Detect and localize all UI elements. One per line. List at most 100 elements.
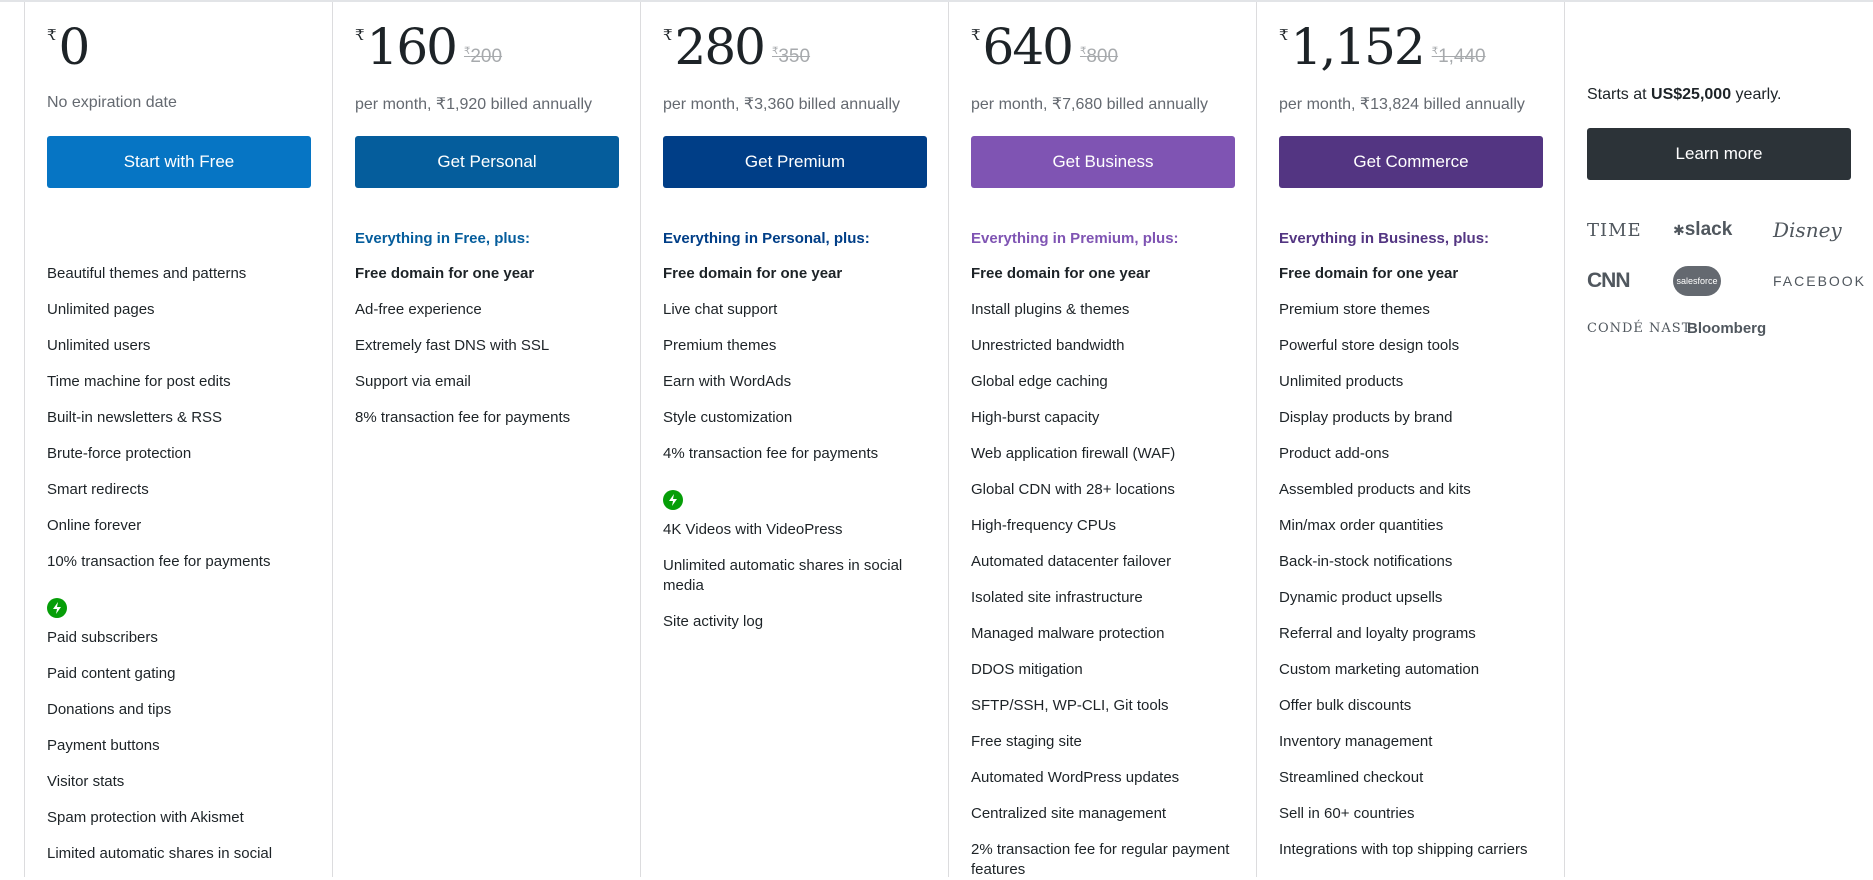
disney-logo: Disney <box>1773 218 1842 242</box>
plan-premium: ₹ 280 ₹350 per month, ₹3,360 billed annu… <box>640 2 948 877</box>
feature-item: Time machine for post edits <box>47 373 231 390</box>
feature-item: Assembled products and kits <box>1279 481 1471 498</box>
feature-item: Premium themes <box>663 337 777 354</box>
time-logo: TIME <box>1587 219 1642 241</box>
feature-item: Online forever <box>47 517 142 534</box>
feature-item: Payment buttons <box>47 737 160 754</box>
original-amount: 200 <box>470 46 503 67</box>
feature-item: Product add-ons <box>1279 445 1390 462</box>
feature-item: 4% transaction fee for payments <box>663 445 879 462</box>
feature-item: Isolated site infrastructure <box>971 589 1143 606</box>
plan-personal: ₹ 160 ₹200 per month, ₹1,920 billed annu… <box>332 2 640 877</box>
feature-item: Referral and loyalty programs <box>1279 625 1476 642</box>
feature-item: Live chat support <box>663 301 778 318</box>
price-amount: 0 <box>58 18 91 76</box>
feature-item: Powerful store design tools <box>1279 337 1460 354</box>
enterprise-price: US$25,000 <box>1651 86 1732 103</box>
feature-item: Streamlined checkout <box>1279 769 1424 786</box>
original-price: ₹1,440 <box>1432 46 1486 68</box>
feature-item: Display products by brand <box>1279 409 1453 426</box>
feature-item: SFTP/SSH, WP-CLI, Git tools <box>971 697 1169 714</box>
feature-item: Style customization <box>663 409 793 426</box>
feature-item: Integrations with top shipping carriers <box>1279 841 1528 858</box>
feature-item: Unrestricted bandwidth <box>971 337 1125 354</box>
price-period: per month, ₹1,920 billed annually <box>355 96 592 113</box>
price-row: ₹ 160 ₹200 <box>355 22 618 90</box>
feature-item: Site activity log <box>663 613 764 630</box>
feature-item: Brute-force protection <box>47 445 192 462</box>
feature-item: Free domain for one year <box>355 265 535 282</box>
price-row: ₹ 280 ₹350 <box>663 22 926 90</box>
enterprise-suffix: yearly. <box>1731 86 1782 103</box>
feature-item: Back-in-stock notifications <box>1279 553 1453 570</box>
plan-heading: Everything in Free, plus: <box>355 230 531 247</box>
feature-item: Custom marketing automation <box>1279 661 1480 678</box>
bloomberg-logo: Bloomberg <box>1687 320 1767 337</box>
feature-item: Managed malware protection <box>971 625 1165 642</box>
get-personal-button[interactable]: Get Personal <box>355 136 619 188</box>
feature-item: Sell in 60+ countries <box>1279 805 1415 822</box>
feature-item: Unlimited products <box>1279 373 1404 390</box>
feature-item: Free domain for one year <box>1279 265 1459 282</box>
facebook-logo: FACEBOOK <box>1773 273 1867 289</box>
start-free-button[interactable]: Start with Free <box>47 136 311 188</box>
feature-item: Free domain for one year <box>663 265 843 282</box>
plan-free: ₹ 0 No expiration date Start with Free B… <box>24 2 332 877</box>
learn-more-button[interactable]: Learn more <box>1587 128 1851 180</box>
original-amount: 800 <box>1086 46 1119 67</box>
price-amount: 640 <box>982 18 1074 76</box>
feature-item: Paid subscribers <box>47 629 158 646</box>
feature-list: Free domain for one year Premium store t… <box>1279 264 1542 860</box>
enterprise-price-text: Starts at US$25,000 yearly. <box>1587 86 1850 106</box>
feature-item: Earn with WordAds <box>663 373 792 390</box>
pricing-grid: ₹ 0 No expiration date Start with Free B… <box>24 2 1872 878</box>
feature-item: Free domain for one year <box>971 265 1151 282</box>
price-row: ₹ 0 <box>47 22 310 90</box>
currency-symbol: ₹ <box>663 26 673 44</box>
original-price: ₹800 <box>1080 46 1118 68</box>
feature-list: Beautiful themes and patterns Unlimited … <box>47 264 310 864</box>
get-commerce-button[interactable]: Get Commerce <box>1279 136 1543 188</box>
cnn-logo: CNN <box>1587 269 1631 292</box>
original-price: ₹350 <box>772 46 810 68</box>
feature-item: 8% transaction fee for payments <box>355 409 571 426</box>
feature-item: Unlimited pages <box>47 301 155 318</box>
slack-logo-text: slack <box>1684 219 1733 240</box>
feature-item: 2% transaction fee for regular payment f… <box>971 841 1230 878</box>
feature-item: Ad-free experience <box>355 301 482 318</box>
client-logos: TIME ✱slack Disney CNN salesforce FACEBO… <box>1587 218 1864 337</box>
get-business-button[interactable]: Get Business <box>971 136 1235 188</box>
price-amount: 280 <box>674 18 766 76</box>
currency-symbol: ₹ <box>355 26 365 44</box>
price-row: ₹ 1,152 ₹1,440 <box>1279 22 1542 90</box>
feature-item: Offer bulk discounts <box>1279 697 1412 714</box>
feature-item: Paid content gating <box>47 665 176 682</box>
plan-heading: Everything in Personal, plus: <box>663 230 870 247</box>
plan-heading <box>47 230 310 250</box>
conde-nast-logo: CONDÉ NAST <box>1587 321 1692 336</box>
feature-item: Extremely fast DNS with SSL <box>355 337 550 354</box>
feature-item: Unlimited users <box>47 337 151 354</box>
currency-symbol: ₹ <box>1279 26 1289 44</box>
salesforce-logo: salesforce <box>1673 266 1773 296</box>
original-amount: 350 <box>778 46 811 67</box>
feature-item: Install plugins & themes <box>971 301 1130 318</box>
feature-list: Free domain for one year Live chat suppo… <box>663 264 926 632</box>
price-period: No expiration date <box>47 94 177 111</box>
feature-item: Global edge caching <box>971 373 1108 390</box>
feature-item: Spam protection with Akismet <box>47 809 244 826</box>
jetpack-bolt-icon <box>663 490 683 510</box>
feature-item: Free staging site <box>971 733 1082 750</box>
feature-item: Centralized site management <box>971 805 1167 822</box>
feature-item: Automated datacenter failover <box>971 553 1172 570</box>
feature-item: Built-in newsletters & RSS <box>47 409 223 426</box>
enterprise-prefix: Starts at <box>1587 86 1652 103</box>
feature-item: Inventory management <box>1279 733 1433 750</box>
get-premium-button[interactable]: Get Premium <box>663 136 927 188</box>
price-period: per month, ₹7,680 billed annually <box>971 96 1208 113</box>
feature-item: Dynamic product upsells <box>1279 589 1443 606</box>
feature-item: Premium store themes <box>1279 301 1430 318</box>
feature-list: Free domain for one year Ad-free experie… <box>355 264 618 428</box>
currency-symbol: ₹ <box>47 26 57 44</box>
feature-item: Donations and tips <box>47 701 172 718</box>
